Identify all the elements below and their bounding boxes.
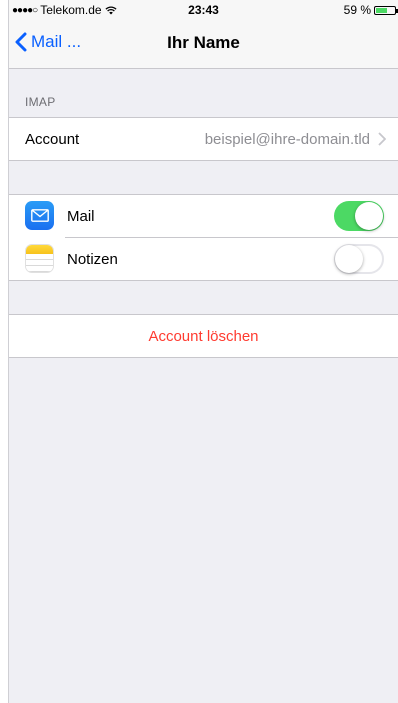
account-value: beispiel@ihre-domain.tld <box>204 130 370 148</box>
notes-icon-header <box>26 245 53 254</box>
delete-account-button[interactable]: Account löschen <box>9 315 398 357</box>
toggle-knob <box>335 245 363 273</box>
notes-icon-lines <box>26 254 53 272</box>
delete-group: Account löschen <box>9 314 398 358</box>
notizen-label: Notizen <box>67 250 118 268</box>
status-bar: ●●●●○ Telekom.de 23:43 59 % <box>9 0 398 20</box>
status-time: 23:43 <box>188 3 219 17</box>
app-row-mail: Mail <box>9 195 398 237</box>
account-group: Account beispiel@ihre-domain.tld <box>9 117 398 161</box>
notes-app-icon <box>25 244 54 273</box>
page-title: Ihr Name <box>167 33 240 52</box>
mail-toggle[interactable] <box>334 201 384 231</box>
imap-section-header: IMAP <box>9 69 398 117</box>
mail-label: Mail <box>67 207 95 225</box>
apps-group: Mail Notizen <box>9 194 398 281</box>
app-row-notizen: Notizen <box>9 238 398 280</box>
toggle-knob <box>355 202 383 230</box>
battery-icon <box>374 5 398 15</box>
status-right: 59 % <box>343 3 398 17</box>
navigation-bar: Mail ... Ihr Name <box>9 20 398 69</box>
notizen-toggle[interactable] <box>334 244 384 274</box>
battery-fill <box>376 7 387 13</box>
chevron-right-icon <box>378 132 386 146</box>
account-row[interactable]: Account beispiel@ihre-domain.tld <box>9 118 398 160</box>
settings-screen: ●●●●○ Telekom.de 23:43 59 % Mail ... Ihr… <box>9 0 398 703</box>
envelope-icon <box>30 209 49 222</box>
battery-percent: 59 % <box>343 3 371 17</box>
mail-app-icon <box>25 201 54 230</box>
imap-section-label: IMAP <box>25 95 56 109</box>
device-frame <box>0 0 9 703</box>
account-label: Account <box>25 130 80 148</box>
